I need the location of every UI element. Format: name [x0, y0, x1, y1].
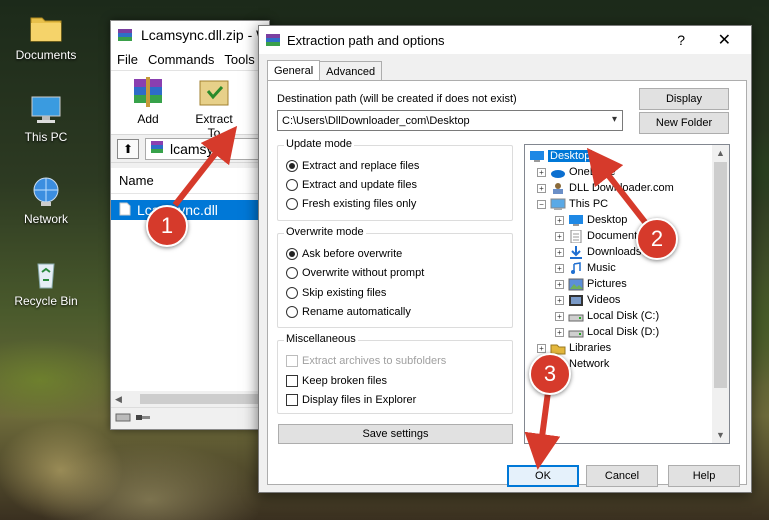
step-marker-1: 1 — [146, 205, 188, 247]
tutorial-arrows — [172, 125, 651, 470]
arrow-to-extract-to — [172, 125, 238, 207]
arrow-to-desktop-node — [586, 147, 651, 228]
step-marker-3: 3 — [529, 353, 571, 395]
arrow-to-ok-button — [524, 391, 561, 470]
step-marker-2: 2 — [636, 218, 678, 260]
